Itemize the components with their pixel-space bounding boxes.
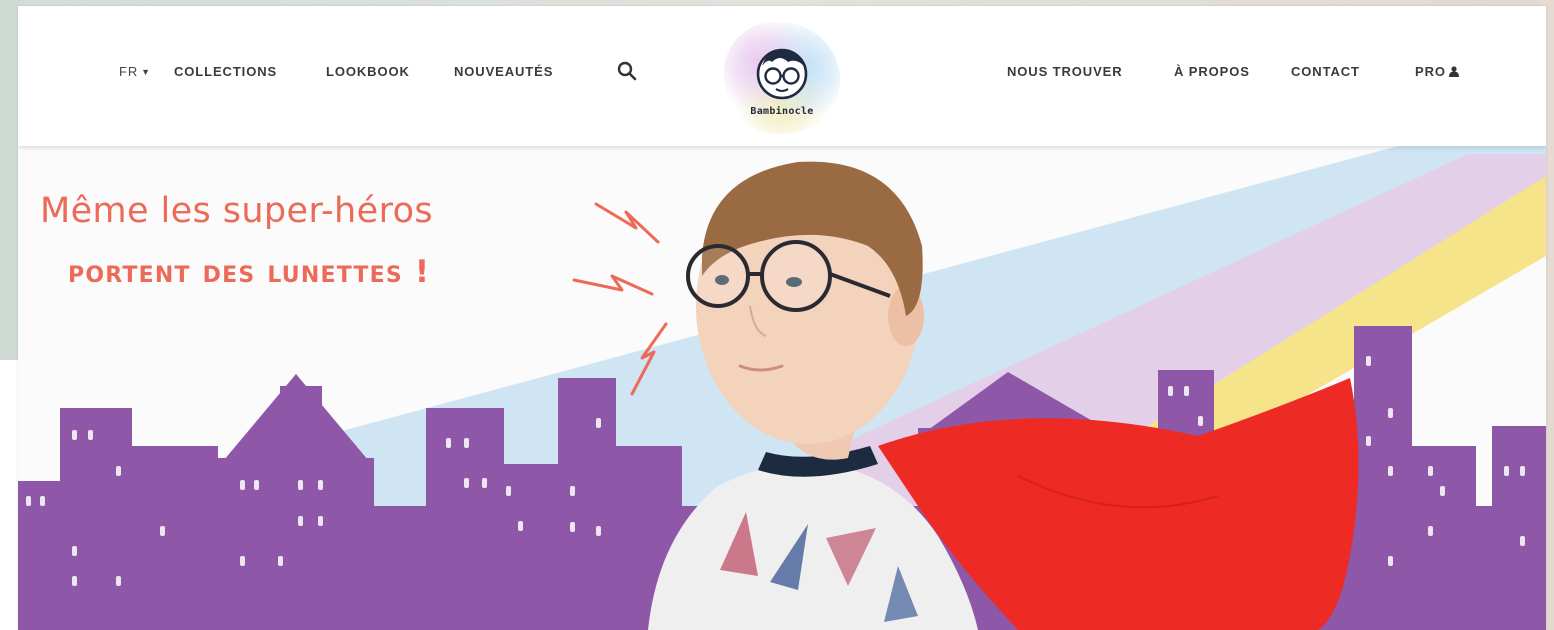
website-frame: FR ▼ COLLECTIONS LOOKBOOK NOUVEAUTÉS Bamb… (18, 6, 1546, 630)
hero-banner: Même les super-héros portent des lunette… (18, 146, 1546, 630)
hero-headline-line1: Même les super-héros (40, 191, 434, 231)
nav-pro-label: PRO (1415, 64, 1446, 79)
logo-face-icon (756, 48, 808, 100)
nav-contact[interactable]: CONTACT (1291, 64, 1360, 79)
backdrop-bottom-left (0, 360, 20, 630)
nav-lookbook[interactable]: LOOKBOOK (326, 64, 410, 79)
language-label: FR (119, 64, 139, 79)
nav-nouveautes[interactable]: NOUVEAUTÉS (454, 64, 553, 79)
brand-logo[interactable]: Bambinocle (720, 18, 844, 136)
nav-nous-trouver[interactable]: NOUS TROUVER (1007, 64, 1123, 79)
site-header: FR ▼ COLLECTIONS LOOKBOOK NOUVEAUTÉS Bamb… (18, 6, 1546, 146)
chevron-down-icon: ▼ (141, 67, 151, 77)
user-icon (1448, 65, 1459, 80)
language-selector[interactable]: FR ▼ (119, 64, 151, 79)
backdrop-left (0, 0, 20, 360)
nav-a-propos[interactable]: À PROPOS (1174, 64, 1250, 79)
nav-pro[interactable]: PRO (1415, 64, 1459, 80)
hero-headline-line2: portent des lunettes ! (68, 254, 431, 290)
logo-text: Bambinocle (750, 106, 814, 117)
nav-collections[interactable]: COLLECTIONS (174, 64, 277, 79)
search-icon[interactable] (616, 60, 638, 82)
